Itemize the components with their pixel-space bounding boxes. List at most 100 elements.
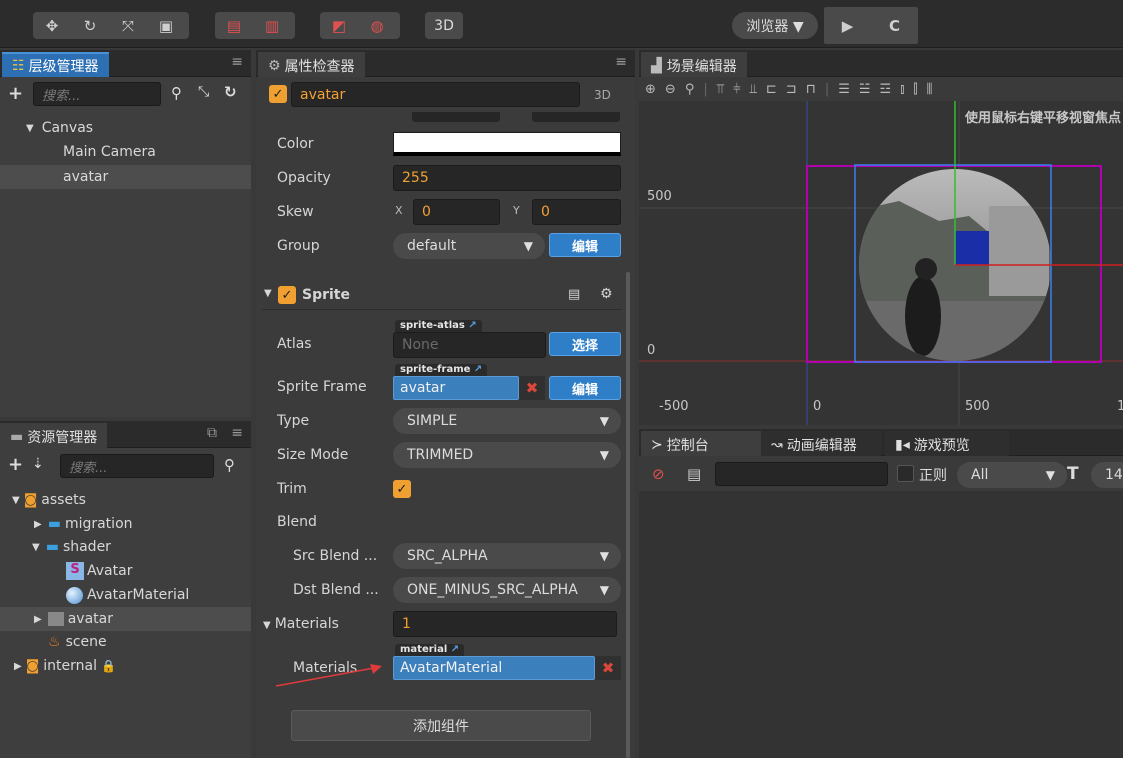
align-right-icon[interactable]: ⊓ [806, 82, 816, 97]
scene-viewport[interactable]: 使用鼠标右键平移视窗焦点 500 0 -500 0 500 1 [639, 101, 1123, 425]
align-bottom-icon[interactable]: ⫫ [750, 82, 757, 97]
asset-folder-internal[interactable]: ▶ ◙ internal 🔒 [0, 654, 251, 678]
asset-scene[interactable]: ♨ scene [0, 630, 251, 654]
asset-texture-avatar[interactable]: ▶ avatar [0, 607, 251, 631]
expand-arrow-icon: ▼ [263, 620, 271, 631]
trim-checkbox[interactable]: ✓ [393, 480, 411, 498]
group-edit-button[interactable]: 编辑 [549, 233, 621, 257]
tree-node-canvas[interactable]: ▼ Canvas [0, 116, 251, 140]
atlas-choose-button[interactable]: 选择 [549, 332, 621, 356]
search-icon[interactable]: ⚲ [171, 84, 182, 102]
material-asset-field[interactable]: AvatarMaterial [393, 656, 595, 680]
distribute-hcenter-icon[interactable]: ⫿ [913, 82, 917, 97]
tab-inspector[interactable]: ⚙ 属性检查器 [258, 52, 365, 77]
atlas-asset-field[interactable]: None [393, 332, 546, 358]
hierarchy-icon: ☷ [12, 57, 25, 74]
tab-assets[interactable]: ▬ 资源管理器 [0, 423, 108, 448]
distribute-right-icon[interactable]: ⫼ [927, 82, 933, 97]
inspector-scrollbar[interactable] [626, 272, 630, 758]
align-top-icon[interactable]: ⫪ [717, 82, 724, 97]
materials-array-label[interactable]: ▼ Materials [263, 616, 339, 632]
tab-game-preview[interactable]: ▮◂ 游戏预览 [885, 431, 1009, 456]
add-component-button[interactable]: 添加组件 [291, 710, 591, 741]
mode-3d-button[interactable]: 3D [425, 12, 463, 39]
rect-tool-icon[interactable]: ▣ [147, 12, 185, 39]
distribute-bottom-icon[interactable]: ☲ [880, 82, 892, 97]
popout-icon[interactable]: ⧉ [207, 425, 217, 441]
badge-3d[interactable]: 3D [594, 88, 611, 102]
pivot-icon[interactable]: ▤ [215, 12, 253, 39]
asset-shader-avatar[interactable]: S Avatar [0, 559, 251, 583]
search-icon[interactable]: ⚲ [224, 456, 235, 474]
scale-tool-icon[interactable]: ⤧ [109, 12, 147, 39]
help-book-icon[interactable]: ▤ [568, 287, 580, 302]
size-height-field[interactable] [532, 112, 620, 122]
align-vcenter-icon[interactable]: ⫩ [733, 82, 740, 97]
menu-icon[interactable]: ≡ [231, 425, 243, 441]
sprite-enabled-checkbox[interactable]: ✓ [278, 286, 296, 304]
src-blend-select[interactable]: SRC_ALPHA ▼ [393, 543, 621, 569]
tab-scene-editor[interactable]: ▟ 场景编辑器 [641, 52, 747, 77]
distribute-vcenter-icon[interactable]: ☱ [859, 82, 871, 97]
sort-icon[interactable]: ⇣ [32, 456, 44, 472]
preview-platform-select[interactable]: 浏览器 ▼ [732, 12, 818, 39]
sprite-section-header[interactable]: ▼ ✓ Sprite ▤ ⚙ [262, 284, 622, 310]
snap-icon[interactable]: ◩ [320, 12, 358, 39]
asset-material-avatarmaterial[interactable]: AvatarMaterial [0, 583, 251, 607]
group-select[interactable]: default ▼ [393, 233, 545, 259]
local-icon[interactable]: ▥ [253, 12, 291, 39]
zoom-reset-icon[interactable]: ⚲ [685, 82, 695, 97]
play-icon[interactable]: ▶ [824, 7, 871, 44]
add-node-icon[interactable]: + [8, 83, 23, 104]
add-asset-icon[interactable]: + [8, 454, 23, 475]
asset-folder-assets[interactable]: ▼ ◙ assets [0, 488, 251, 512]
align-hcenter-icon[interactable]: ⊐ [786, 82, 797, 97]
skew-y-label: Y [513, 204, 520, 217]
tab-animation-editor[interactable]: ↝ 动画编辑器 [761, 431, 881, 456]
assets-search-input[interactable]: 搜索... [60, 454, 214, 478]
tab-console[interactable]: ≻ 控制台 [641, 431, 761, 456]
tree-node-avatar[interactable]: avatar [0, 165, 251, 189]
menu-icon[interactable]: ≡ [231, 54, 243, 70]
materials-count-input[interactable]: 1 [393, 611, 617, 637]
skew-x-input[interactable]: 0 [413, 199, 500, 225]
zoom-out-icon[interactable]: ⊖ [665, 82, 676, 97]
settings-gear-icon[interactable]: ⚙ [600, 286, 613, 302]
color-swatch[interactable] [393, 132, 621, 156]
console-log-area[interactable] [639, 491, 1123, 758]
font-size-select[interactable]: 14 [1091, 462, 1123, 488]
sprite-frame-edit-button[interactable]: 编辑 [549, 376, 621, 400]
menu-icon[interactable]: ≡ [615, 54, 627, 70]
align-left-icon[interactable]: ⊏ [766, 82, 777, 97]
sprite-frame-asset-field[interactable]: avatar [393, 376, 519, 400]
size-mode-select[interactable]: TRIMMED ▼ [393, 442, 621, 468]
tab-hierarchy[interactable]: ☷ 层级管理器 [2, 52, 109, 77]
move-tool-icon[interactable]: ✥ [33, 12, 71, 39]
rotate-tool-icon[interactable]: ↻ [71, 12, 109, 39]
open-log-file-icon[interactable]: ▤ [687, 465, 701, 483]
distribute-left-icon[interactable]: ⫾ [900, 82, 904, 97]
skew-y-input[interactable]: 0 [532, 199, 621, 225]
hierarchy-search-input[interactable]: 搜索... [33, 82, 161, 106]
zoom-in-icon[interactable]: ⊕ [645, 82, 656, 97]
type-select[interactable]: SIMPLE ▼ [393, 408, 621, 434]
refresh-icon[interactable]: ↻ [224, 83, 237, 101]
node-active-checkbox[interactable]: ✓ [269, 85, 287, 103]
size-width-field[interactable] [412, 112, 500, 122]
log-level-select[interactable]: All ▼ [957, 462, 1067, 488]
tree-node-main-camera[interactable]: Main Camera [0, 140, 251, 164]
asset-folder-migration[interactable]: ▶ ▬ migration [0, 512, 251, 536]
node-name-input[interactable]: avatar [291, 82, 580, 107]
dst-blend-select[interactable]: ONE_MINUS_SRC_ALPHA ▼ [393, 577, 621, 603]
regex-checkbox[interactable] [897, 465, 914, 482]
distribute-top-icon[interactable]: ☰ [838, 82, 850, 97]
gizmo-icon[interactable]: ◍ [358, 12, 396, 39]
clear-console-icon[interactable]: ⊘ [652, 465, 665, 483]
opacity-input[interactable]: 255 [393, 165, 621, 191]
console-filter-input[interactable] [715, 462, 888, 486]
collapse-icon[interactable]: ⤡ [198, 84, 209, 100]
clear-icon[interactable]: ✖ [519, 376, 545, 400]
clear-icon[interactable]: ✖ [595, 656, 621, 680]
refresh-icon[interactable]: C [871, 7, 918, 44]
asset-folder-shader[interactable]: ▼ ▬ shader [0, 535, 251, 559]
